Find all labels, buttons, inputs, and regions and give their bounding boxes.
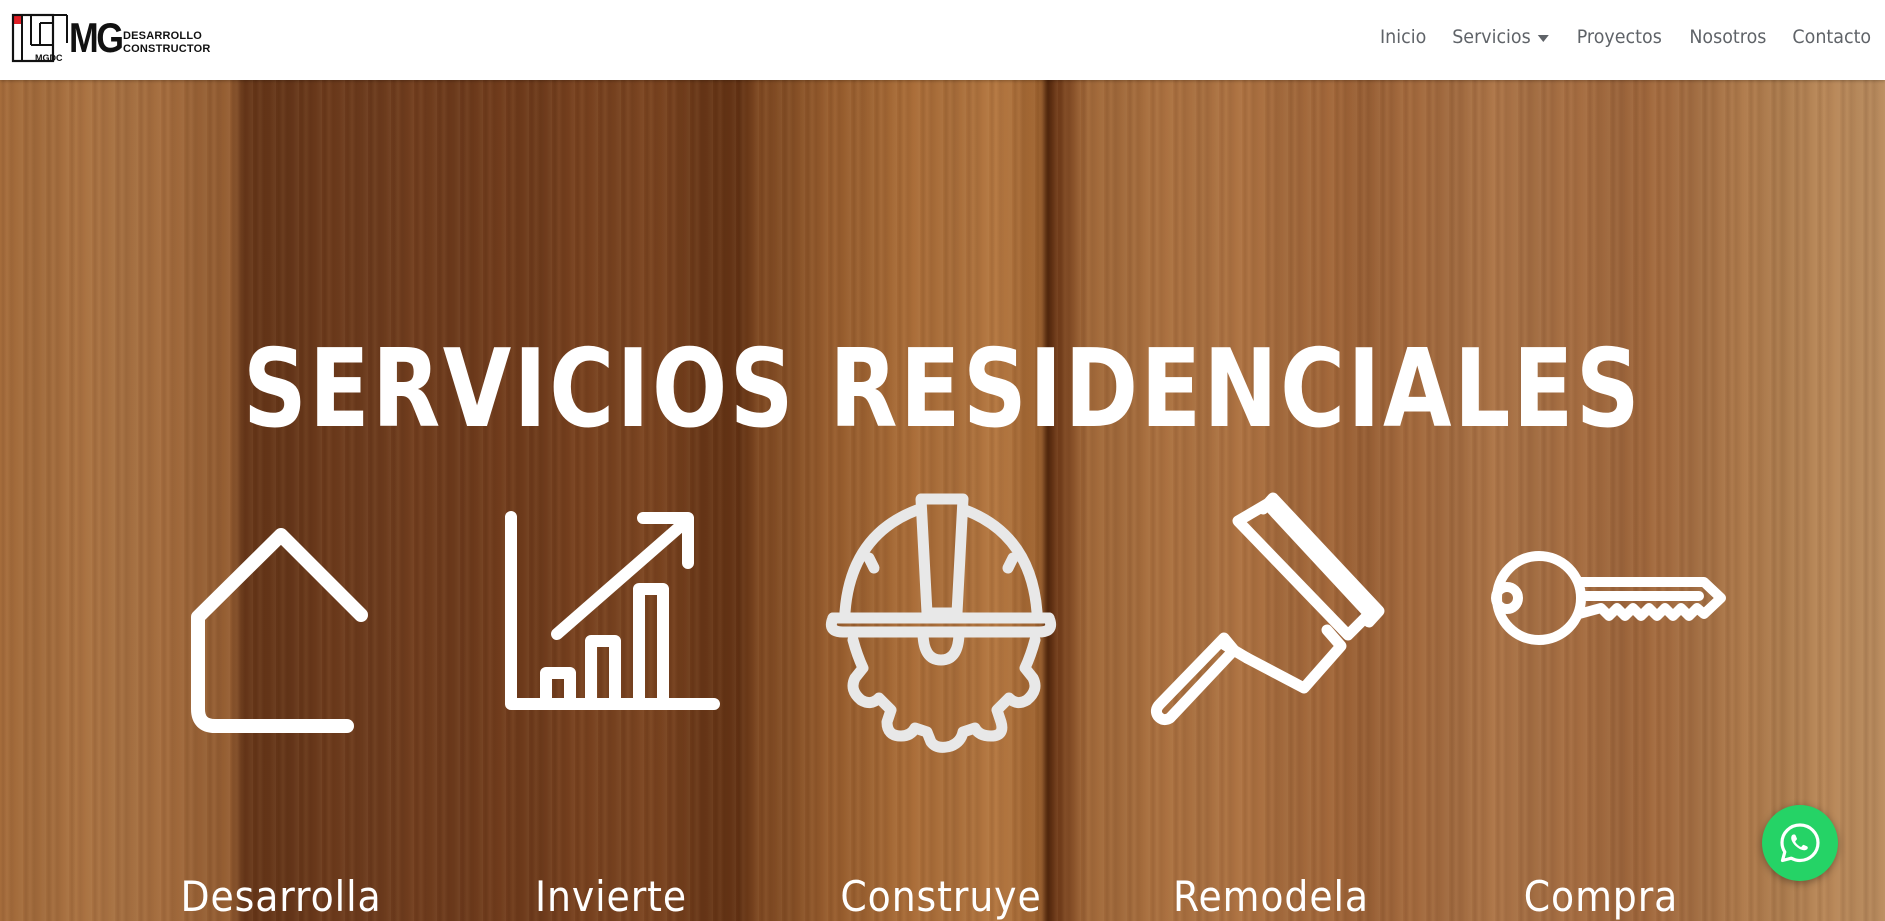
paint-roller-icon [1150,492,1385,726]
nav-link-servicios-label: Servicios [1452,26,1531,48]
logo-wordmark: MG [69,14,124,61]
service-invierte[interactable]: Invierte [481,480,741,921]
navbar: MGDC MG DESARROLLO CONSTRUCTOR Inicio Se… [0,0,1885,80]
nav-link-contacto[interactable]: Contacto [1793,26,1872,48]
logo-mark-text: MGDC [35,53,63,63]
service-compra[interactable]: Compra [1471,480,1731,921]
logo-tagline-line2: CONSTRUCTOR [123,43,211,55]
service-label-construye: Construye [840,872,1042,921]
nav-link-nosotros[interactable]: Nosotros [1689,26,1766,48]
service-label-remodela: Remodela [1173,872,1369,921]
growth-chart-icon [505,511,720,710]
whatsapp-button[interactable] [1762,805,1838,881]
hard-hat-gear-icon [825,493,1057,753]
logo-mark-icon: MGDC [11,13,68,63]
service-label-invierte: Invierte [534,872,688,921]
service-desarrolla[interactable]: Desarrolla [151,480,411,921]
nav-link-proyectos[interactable]: Proyectos [1577,26,1662,48]
main-nav: Inicio Servicios Proyectos Nosotros Cont… [1378,20,1875,54]
nav-dropdown-servicios[interactable]: Servicios [1452,26,1550,48]
nav-link-inicio[interactable]: Inicio [1380,26,1426,48]
logo-tagline-line1: DESARROLLO [123,30,202,42]
service-label-desarrolla: Desarrolla [180,872,382,921]
hero-section: SERVICIOS RESIDENCIALES Desarrolla Invie… [0,80,1885,921]
service-label-compra: Compra [1523,872,1679,921]
key-icon [1491,551,1726,645]
logo-tagline: DESARROLLO CONSTRUCTOR [123,30,213,56]
service-remodela[interactable]: Remodela [1141,480,1401,921]
service-construye[interactable]: Construye [811,480,1071,921]
whatsapp-icon [1780,823,1820,863]
hero-title: SERVICIOS RESIDENCIALES [242,327,1643,453]
site-logo[interactable]: MGDC MG DESARROLLO CONSTRUCTOR [11,13,210,65]
house-icon [191,528,368,733]
caret-down-icon [1537,34,1550,42]
